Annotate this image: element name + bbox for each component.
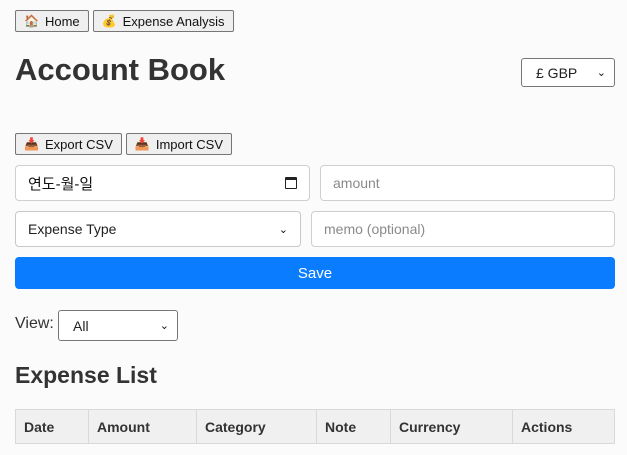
date-input[interactable]: 연도-월-일 <box>15 165 310 201</box>
inbox-tray-icon: 📥 <box>24 137 39 151</box>
top-nav: 🏠 Home 💰 Expense Analysis <box>15 10 234 32</box>
view-label: View: <box>15 315 54 332</box>
export-csv-label: Export CSV <box>44 136 113 152</box>
expense-list-title: Expense List <box>15 362 157 388</box>
currency-select-value: £ GBP <box>536 64 578 81</box>
column-header-note: Note <box>316 409 391 444</box>
column-header-actions: Actions <box>512 409 615 444</box>
column-header-date: Date <box>15 409 89 444</box>
calendar-icon[interactable] <box>285 177 297 189</box>
chevron-down-icon: ⌄ <box>596 67 606 79</box>
expense-type-select[interactable]: Expense Type ⌄ <box>15 211 301 247</box>
table-header-row: Date Amount Category Note Currency Actio… <box>15 409 615 444</box>
expense-type-value: Expense Type <box>28 221 117 237</box>
house-icon: 🏠 <box>24 14 39 28</box>
import-csv-label: Import CSV <box>155 136 224 152</box>
import-csv-button[interactable]: 📥 Import CSV <box>125 133 233 155</box>
currency-select[interactable]: £ GBP ⌄ <box>521 58 615 87</box>
chevron-down-icon: ⌄ <box>159 320 169 332</box>
column-header-amount: Amount <box>88 409 197 444</box>
expense-table: Date Amount Category Note Currency Actio… <box>15 409 615 444</box>
money-bag-icon: 💰 <box>101 14 117 28</box>
save-button[interactable]: Save <box>15 257 615 289</box>
expense-analysis-button[interactable]: 💰 Expense Analysis <box>92 10 234 32</box>
csv-actions: 📥 Export CSV 📥 Import CSV <box>15 133 233 155</box>
memo-input[interactable]: memo (optional) <box>311 211 615 247</box>
amount-input[interactable]: amount <box>320 165 615 201</box>
page-title: Account Book <box>15 52 226 87</box>
export-csv-button[interactable]: 📥 Export CSV <box>15 133 122 155</box>
inbox-tray-icon: 📥 <box>134 137 150 151</box>
amount-placeholder: amount <box>333 175 380 191</box>
column-header-category: Category <box>196 409 317 444</box>
view-filter-select[interactable]: All ⌄ <box>58 310 178 341</box>
view-filter-value: All <box>73 317 89 334</box>
home-button[interactable]: 🏠 Home <box>15 10 89 32</box>
expense-analysis-button-label: Expense Analysis <box>122 13 225 29</box>
column-header-currency: Currency <box>390 409 513 444</box>
date-input-value: 연도-월-일 <box>28 175 94 193</box>
home-button-label: Home <box>44 13 80 29</box>
memo-placeholder: memo (optional) <box>324 221 426 237</box>
chevron-down-icon: ⌄ <box>278 223 288 236</box>
